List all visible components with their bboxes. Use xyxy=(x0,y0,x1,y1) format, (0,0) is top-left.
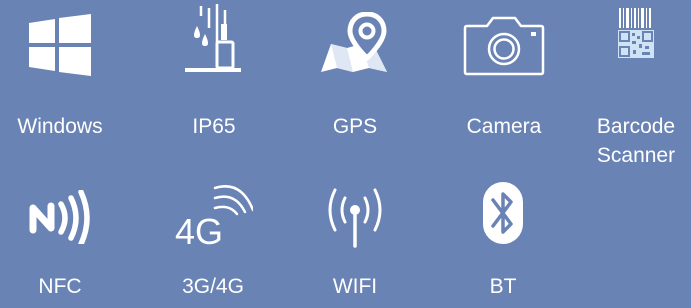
wifi-antenna-icon xyxy=(328,188,382,248)
feature-label: WIFI xyxy=(332,275,378,298)
camera-icon xyxy=(463,16,545,76)
feature-label: Camera xyxy=(466,115,542,138)
4g-icon-text: 4G xyxy=(175,211,223,252)
feature-nfc: NFC xyxy=(0,176,130,301)
4g-signal-icon: 4G xyxy=(175,185,253,252)
feature-gps: GPS xyxy=(285,0,425,141)
windows-logo-icon xyxy=(29,14,91,76)
feature-barcode-scanner: Barcode Scanner xyxy=(566,0,691,170)
feature-label: Barcode xyxy=(596,115,676,138)
feature-label: 3G/4G xyxy=(182,275,244,298)
feature-camera: Camera xyxy=(434,0,574,141)
feature-label-line2: Scanner xyxy=(596,144,676,167)
barcode-qr-icon xyxy=(618,8,654,58)
feature-bt: BT xyxy=(433,176,573,301)
map-pin-icon xyxy=(321,12,387,72)
feature-wifi: WIFI xyxy=(285,176,425,301)
feature-label: GPS xyxy=(332,115,378,138)
feature-3g-4g: 4G 3G/4G xyxy=(143,176,283,301)
feature-windows: Windows xyxy=(0,0,130,141)
feature-label: IP65 xyxy=(192,115,236,138)
feature-label: NFC xyxy=(38,275,82,298)
water-drop-resistance-icon xyxy=(185,4,241,72)
feature-label: BT xyxy=(489,275,517,298)
nfc-icon xyxy=(29,190,90,244)
bluetooth-icon xyxy=(483,182,523,244)
feature-ip65: IP65 xyxy=(144,0,284,141)
feature-label: Windows xyxy=(17,115,103,138)
